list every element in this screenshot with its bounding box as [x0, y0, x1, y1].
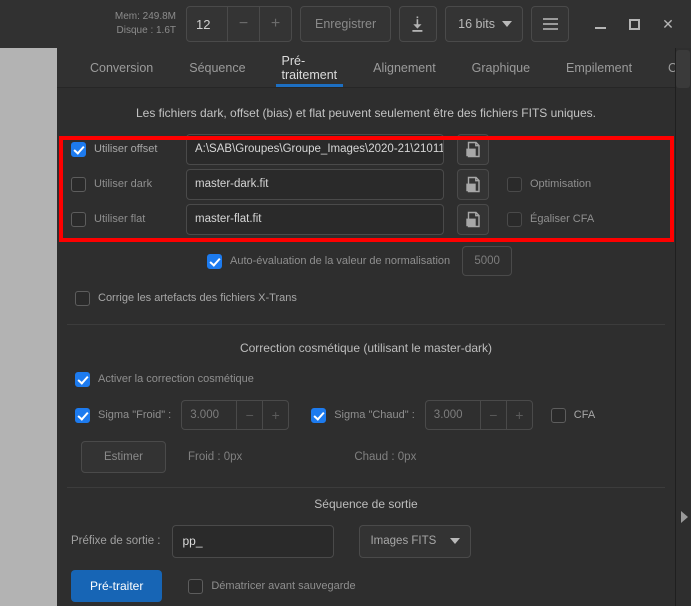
- auto-normalisation-checkbox[interactable]: [207, 253, 222, 269]
- hamburger-menu-icon: [542, 18, 558, 30]
- estimer-button[interactable]: Estimer: [81, 441, 166, 473]
- title-bar: Mem: 249.8M Disque : 1.6T 12 − + Enregis…: [0, 0, 691, 48]
- sigma-hot-decrement[interactable]: −: [479, 401, 506, 429]
- sigma-hot-checkbox[interactable]: [311, 407, 327, 423]
- sigma-hot-label: Sigma "Chaud" :: [334, 409, 415, 421]
- siril-preprocessing-window: Mem: 249.8M Disque : 1.6T 12 − + Enregis…: [0, 0, 691, 606]
- fits-notice-label: Les fichiers dark, offset (bias) et flat…: [135, 106, 596, 120]
- output-format-value: Images FITS: [370, 535, 437, 547]
- master-dark-row: Utiliser dark master-dark.fit Optimisati…: [57, 167, 675, 201]
- enable-cosmetic-label: Activer la correction cosmétique: [98, 373, 254, 385]
- thread-count-stepper[interactable]: 12 − +: [186, 6, 293, 42]
- open-file-icon: [465, 211, 482, 228]
- flat-browse-button[interactable]: [457, 203, 489, 235]
- image-preview-panel[interactable]: [0, 48, 57, 606]
- optimisation-label: Optimisation: [530, 178, 592, 190]
- hot-pixel-stat: Chaud : 0px: [354, 451, 417, 463]
- sigma-cold-checkbox[interactable]: [75, 407, 90, 423]
- sigma-cold-stepper[interactable]: 3.000 − +: [181, 400, 290, 430]
- demosaic-label: Dématricer avant sauvegarde: [211, 580, 356, 592]
- sigma-hot-stepper[interactable]: 3.000 − +: [424, 400, 533, 430]
- dark-browse-button[interactable]: [457, 168, 489, 200]
- use-offset-label: Utiliser offset: [94, 143, 158, 155]
- save-as-button[interactable]: [399, 6, 438, 42]
- xtrans-checkbox[interactable]: [75, 290, 90, 306]
- enable-cosmetic-checkbox[interactable]: [75, 371, 90, 387]
- chevron-right-icon[interactable]: [681, 511, 688, 523]
- use-flat-checkbox[interactable]: [71, 211, 86, 227]
- tab-sequence[interactable]: Séquence: [171, 48, 263, 87]
- tab-alignement[interactable]: Alignement: [355, 48, 454, 87]
- resource-stats: Mem: 249.8M Disque : 1.6T: [115, 10, 176, 38]
- bit-depth-selector[interactable]: 16 bits: [445, 6, 523, 42]
- open-file-icon: [465, 176, 482, 193]
- output-format-selector[interactable]: Images FITS: [359, 524, 472, 558]
- flat-path-input[interactable]: master-flat.fit: [186, 203, 444, 235]
- optimisation-checkbox[interactable]: [507, 176, 522, 192]
- chevron-down-icon: [450, 538, 461, 544]
- xtrans-label: Corrige les artefacts des fichiers X-Tra…: [98, 292, 297, 304]
- offset-browse-button[interactable]: [457, 133, 489, 165]
- cold-pixel-stat: Froid : 0px: [187, 451, 243, 463]
- master-offset-row: Utiliser offset A:\SAB\Groupes\Groupe_Im…: [57, 132, 675, 166]
- memory-usage-label: Mem: 249.8M: [114, 11, 177, 22]
- bit-depth-value: 16 bits: [458, 17, 495, 31]
- estimate-row: Estimer Froid : 0px Chaud : 0px: [57, 441, 675, 473]
- use-dark-checkbox[interactable]: [71, 176, 86, 192]
- run-row: Pré-traiter Dématricer avant sauvegarde: [57, 570, 675, 602]
- sigma-cold-label: Sigma "Froid" :: [98, 409, 172, 421]
- master-flat-row: Utiliser flat master-flat.fit Égaliser C…: [57, 202, 675, 236]
- auto-normalisation-label: Auto-évaluation de la valeur de normalis…: [230, 255, 451, 267]
- output-section-title: Séquence de sortie: [314, 497, 418, 511]
- output-prefix-label: Préfixe de sortie :: [71, 535, 161, 547]
- window-minimize-button[interactable]: [583, 4, 617, 44]
- cfa-label: CFA: [573, 409, 596, 421]
- rail-handle[interactable]: [676, 50, 690, 88]
- disk-usage-label: Disque : 1.6T: [116, 25, 177, 36]
- offset-path-input[interactable]: A:\SAB\Groupes\Groupe_Images\2020-21\210…: [186, 133, 444, 165]
- preprocessing-panel: Les fichiers dark, offset (bias) et flat…: [57, 88, 675, 606]
- use-offset-checkbox[interactable]: [71, 141, 86, 157]
- output-prefix-row: Préfixe de sortie : pp_ Images FITS: [57, 524, 675, 558]
- cosmetic-section-title: Correction cosmétique (utilisant le mast…: [239, 341, 493, 355]
- egaliser-cfa-checkbox[interactable]: [507, 211, 522, 227]
- sigma-cold-decrement[interactable]: −: [236, 401, 262, 429]
- sigma-hot-value[interactable]: 3.000: [426, 401, 480, 429]
- thread-count-decrement[interactable]: −: [227, 7, 259, 41]
- tab-empilement[interactable]: Empilement: [548, 48, 650, 87]
- tab-conversion[interactable]: Conversion: [72, 48, 171, 87]
- xtrans-row: Corrige les artefacts des fichiers X-Tra…: [57, 284, 675, 312]
- tab-pretraitement[interactable]: Pré-traitement: [264, 48, 356, 87]
- tab-graphique[interactable]: Graphique: [454, 48, 548, 87]
- main-menu-button[interactable]: [531, 6, 569, 42]
- window-close-button[interactable]: ✕: [651, 4, 685, 44]
- dark-path-input[interactable]: master-dark.fit: [186, 168, 444, 200]
- save-button[interactable]: Enregistrer: [300, 6, 392, 42]
- window-maximize-button[interactable]: [617, 4, 651, 44]
- divider-cosmetic: [67, 324, 665, 325]
- cfa-checkbox[interactable]: [550, 407, 566, 423]
- thread-count-value[interactable]: 12: [187, 7, 227, 41]
- open-file-icon: [465, 141, 482, 158]
- sigma-hot-increment[interactable]: +: [505, 401, 532, 429]
- auto-normalisation-row: Auto-évaluation de la valeur de normalis…: [57, 246, 675, 276]
- use-dark-label: Utiliser dark: [94, 178, 153, 190]
- chevron-down-icon: [502, 21, 512, 27]
- enable-cosmetic-row: Activer la correction cosmétique: [57, 367, 675, 391]
- sigma-row: Sigma "Froid" : 3.000 − + Sigma "Chaud" …: [57, 399, 675, 431]
- divider-output: [67, 487, 665, 488]
- demosaic-checkbox[interactable]: [188, 578, 204, 594]
- thread-count-increment[interactable]: +: [259, 7, 291, 41]
- sigma-cold-increment[interactable]: +: [262, 401, 288, 429]
- pretraiter-button[interactable]: Pré-traiter: [71, 570, 163, 602]
- download-icon: [410, 16, 426, 33]
- tab-bar: Conversion Séquence Pré-traitement Align…: [57, 48, 691, 88]
- normalisation-value-input[interactable]: 5000: [462, 246, 513, 276]
- egaliser-cfa-label: Égaliser CFA: [530, 213, 595, 225]
- sigma-cold-value[interactable]: 3.000: [182, 401, 236, 429]
- use-flat-label: Utiliser flat: [94, 213, 146, 225]
- output-prefix-input[interactable]: pp_: [172, 524, 335, 558]
